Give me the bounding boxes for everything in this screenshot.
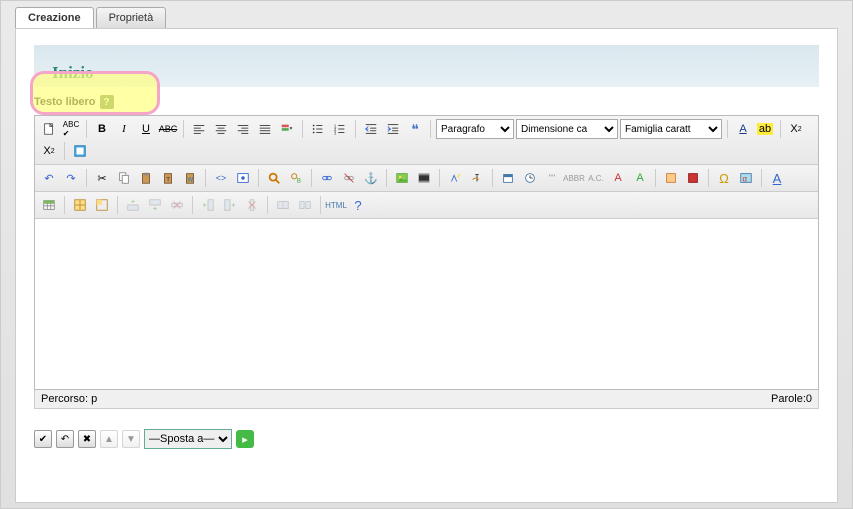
outdent-button[interactable] — [361, 119, 381, 139]
format-select[interactable]: Paragrafo — [436, 119, 514, 139]
move-down-button[interactable]: ▼ — [122, 430, 140, 448]
strikethrough-button[interactable]: ABC — [158, 119, 178, 139]
styles-dropdown-button[interactable] — [277, 119, 297, 139]
editor-statusbar: Percorso: p Parole:0 — [34, 390, 819, 409]
abbr-button[interactable]: ABBR — [564, 168, 584, 188]
fontfamily-select[interactable]: Famiglia caratt — [620, 119, 722, 139]
indent-button[interactable] — [383, 119, 403, 139]
paste-text-button[interactable]: T — [158, 168, 178, 188]
tabs-bar: Creazione Proprietà — [1, 1, 852, 28]
svg-text:3: 3 — [334, 130, 337, 135]
equation-button[interactable]: α — [736, 168, 756, 188]
editor-textarea[interactable] — [35, 219, 818, 389]
delete-col-button[interactable] — [242, 195, 262, 215]
delete-row-button[interactable] — [167, 195, 187, 215]
insert-col-before-button[interactable] — [198, 195, 218, 215]
unordered-list-button[interactable] — [308, 119, 328, 139]
remove-format-button[interactable] — [467, 168, 487, 188]
move-up-button[interactable]: ▲ — [100, 430, 118, 448]
help-button[interactable]: ? — [348, 195, 368, 215]
html-button[interactable]: HTML — [326, 195, 346, 215]
tab-properties[interactable]: Proprietà — [96, 7, 167, 28]
confirm-button[interactable]: ✔ — [34, 430, 52, 448]
superscript-button[interactable]: X2 — [39, 141, 59, 161]
image-button[interactable] — [392, 168, 412, 188]
blockquote-button[interactable]: ❝ — [405, 119, 425, 139]
code-button[interactable]: <> — [211, 168, 231, 188]
split-cells-button[interactable] — [273, 195, 293, 215]
fullscreen-button[interactable] — [70, 141, 90, 161]
revert-button[interactable]: ↶ — [56, 430, 74, 448]
footer-actions: ✔ ↶ ✖ ▲ ▼ —Sposta a— ▸ — [34, 429, 819, 449]
highlight-annotation — [30, 71, 160, 115]
align-left-button[interactable] — [189, 119, 209, 139]
align-right-button[interactable] — [233, 119, 253, 139]
subscript-button[interactable]: X2 — [786, 119, 806, 139]
attributes-button[interactable] — [661, 168, 681, 188]
path-display: Percorso: p — [41, 393, 97, 405]
merge-cells-button[interactable] — [295, 195, 315, 215]
move-to-select[interactable]: —Sposta a— — [144, 429, 232, 449]
content-area: Inizio Testo libero ? ABC✔ B I U ABC — [15, 28, 838, 503]
redo-button[interactable]: ↷ — [61, 168, 81, 188]
visualchars-button[interactable] — [683, 168, 703, 188]
del-button[interactable]: A — [608, 168, 628, 188]
link-button[interactable] — [317, 168, 337, 188]
ordered-list-button[interactable]: 123 — [330, 119, 350, 139]
fontsize-select[interactable]: Dimensione ca — [516, 119, 618, 139]
svg-text:W: W — [187, 177, 193, 184]
italic-button[interactable]: I — [114, 119, 134, 139]
underline-button[interactable]: U — [136, 119, 156, 139]
time-button[interactable] — [520, 168, 540, 188]
svg-text:T: T — [166, 177, 170, 184]
cell-props-button[interactable] — [92, 195, 112, 215]
paste-button[interactable] — [136, 168, 156, 188]
insert-col-after-button[interactable] — [220, 195, 240, 215]
toolbar-row-1: ABC✔ B I U ABC 123 ❝ Paragr — [35, 116, 818, 165]
cleanup-button[interactable] — [445, 168, 465, 188]
preview-button[interactable] — [233, 168, 253, 188]
replace-button[interactable]: B — [286, 168, 306, 188]
background-color-button[interactable]: ab — [755, 119, 775, 139]
toolbar-row-3: HTML ? — [35, 192, 818, 219]
text-color-button[interactable]: A — [733, 119, 753, 139]
svg-text:α: α — [743, 175, 748, 184]
cite-button[interactable]: "" — [542, 168, 562, 188]
anchor-button[interactable]: ⚓ — [361, 168, 381, 188]
cut-button[interactable]: ✂ — [92, 168, 112, 188]
word-count: Parole:0 — [771, 393, 812, 405]
rich-text-editor: ABC✔ B I U ABC 123 ❝ Paragr — [34, 115, 819, 390]
go-button[interactable]: ▸ — [236, 430, 254, 448]
table-props-button[interactable] — [70, 195, 90, 215]
delete-button[interactable]: ✖ — [78, 430, 96, 448]
bold-button[interactable]: B — [92, 119, 112, 139]
insert-row-after-button[interactable] — [145, 195, 165, 215]
svg-text:B: B — [297, 177, 301, 184]
unlink-button[interactable] — [339, 168, 359, 188]
new-document-icon[interactable] — [39, 119, 59, 139]
table-button[interactable] — [39, 195, 59, 215]
acronym-button[interactable]: A.C. — [586, 168, 606, 188]
ins-button[interactable]: A — [630, 168, 650, 188]
align-justify-button[interactable] — [255, 119, 275, 139]
date-button[interactable] — [498, 168, 518, 188]
toolbar-row-2: ↶ ↷ ✂ T W <> B ⚓ — [35, 165, 818, 192]
copy-button[interactable] — [114, 168, 134, 188]
font-button[interactable]: A — [767, 168, 787, 188]
spellcheck-icon[interactable]: ABC✔ — [61, 119, 81, 139]
insert-row-before-button[interactable] — [123, 195, 143, 215]
special-char-button[interactable]: Ω — [714, 168, 734, 188]
find-button[interactable] — [264, 168, 284, 188]
paste-word-button[interactable]: W — [180, 168, 200, 188]
tab-creation[interactable]: Creazione — [15, 7, 94, 28]
align-center-button[interactable] — [211, 119, 231, 139]
media-button[interactable] — [414, 168, 434, 188]
undo-button[interactable]: ↶ — [39, 168, 59, 188]
